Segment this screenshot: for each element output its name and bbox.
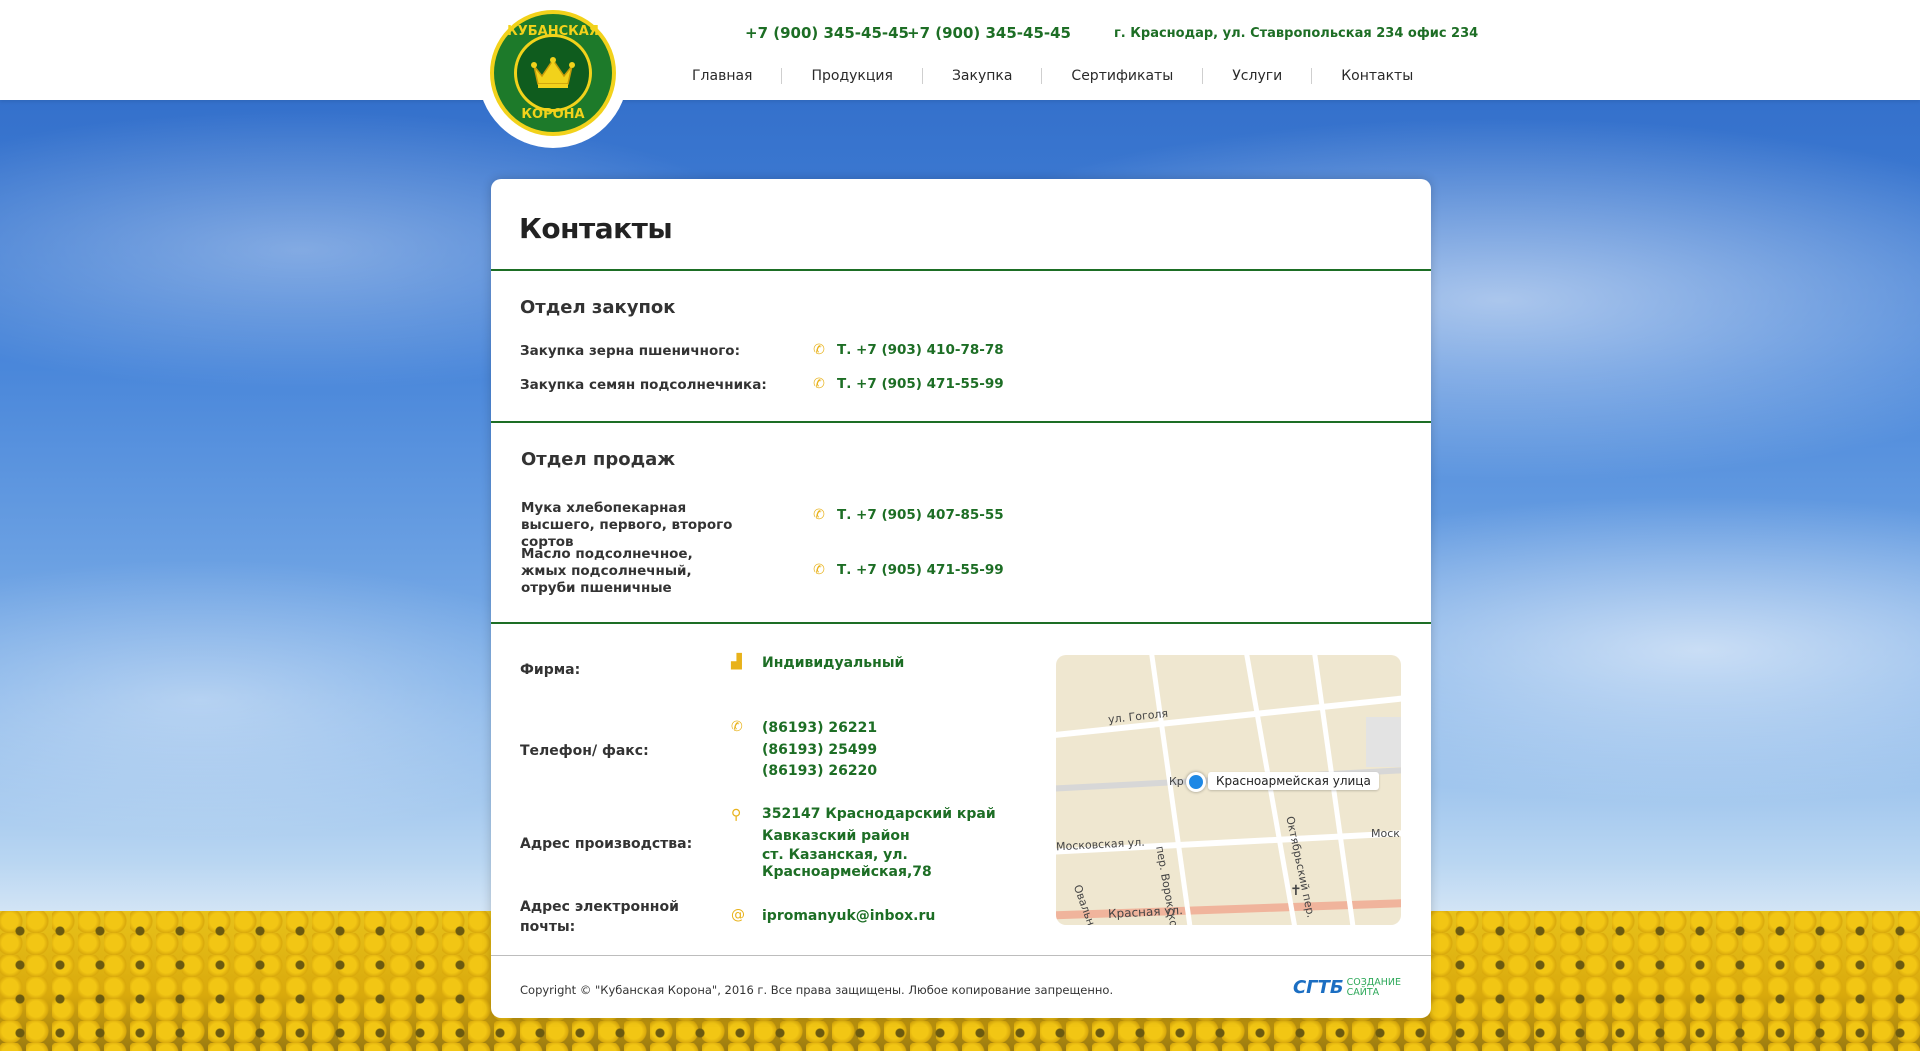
- footer-divider: [491, 955, 1431, 956]
- header-phone-2[interactable]: +7 (900) 345-45-45: [907, 24, 1071, 42]
- email-link[interactable]: ipromanyuk@inbox.ru: [762, 906, 935, 927]
- purchase-phone-text: Т. +7 (903) 410-78-78: [837, 342, 1004, 358]
- sales-row-label: Мука хлебопекарная высшего, первого, вто…: [521, 500, 733, 550]
- developer-logo[interactable]: СГТБ СОЗДАНИЕ САЙТА: [1293, 977, 1401, 998]
- phone-icon: ✆: [731, 719, 743, 735]
- map-pin-dot: [1189, 775, 1203, 789]
- copyright-text: Copyright © "Кубанская Корона", 2016 г. …: [520, 983, 1114, 997]
- sales-phone-text: Т. +7 (905) 471-55-99: [837, 562, 1004, 578]
- sales-phone-text: Т. +7 (905) 407-85-55: [837, 507, 1004, 523]
- header-phone-1[interactable]: +7 (900) 345-45-45: [745, 24, 909, 42]
- nav-item-certificates[interactable]: Сертификаты: [1042, 68, 1202, 84]
- phone-icon: ✆: [813, 376, 825, 392]
- phone-value[interactable]: (86193) 26220: [762, 761, 877, 782]
- section-divider: [491, 421, 1431, 423]
- location-map[interactable]: ул. Гоголя Московская ул. пер. Ворокског…: [1056, 655, 1401, 925]
- briefcase-icon: ▟: [731, 654, 742, 670]
- at-icon: @: [731, 907, 745, 923]
- header: [0, 0, 1920, 100]
- phone-icon: ✆: [813, 562, 825, 578]
- contacts-card: Контакты Отдел закупок Закупка зерна пше…: [491, 179, 1431, 1018]
- phone-fax-label: Телефон/ факс:: [520, 743, 649, 759]
- nav-item-services[interactable]: Услуги: [1203, 68, 1311, 84]
- logo-text-top: КУБАНСКАЯ: [507, 24, 599, 39]
- map-street-label: Московская ул.: [1056, 835, 1145, 854]
- address-line: ст. Казанская, ул.: [762, 847, 908, 863]
- logo[interactable]: КУБАНСКАЯ КОРОНА: [490, 10, 616, 136]
- header-address: г. Краснодар, ул. Ставропольская 234 офи…: [1114, 26, 1479, 41]
- purchase-phone-text: Т. +7 (905) 471-55-99: [837, 376, 1004, 392]
- purchase-row-phone[interactable]: ✆ Т. +7 (903) 410-78-78: [811, 342, 1004, 358]
- sales-row-phone[interactable]: ✆ Т. +7 (905) 407-85-55: [811, 507, 1004, 523]
- church-icon: ✝: [1290, 883, 1302, 899]
- address-label: Адрес производства:: [520, 836, 693, 852]
- map-pin-label: Красноармейская улица: [1208, 772, 1379, 790]
- purchase-section-title: Отдел закупок: [520, 297, 676, 318]
- firm-value: Индивидуальный: [762, 655, 905, 671]
- developer-text-line: САЙТА: [1346, 986, 1380, 998]
- purchase-row-label: Закупка семян подсолнечника:: [520, 377, 767, 393]
- section-divider: [491, 622, 1431, 624]
- email-label: Адрес электронной почты:: [520, 899, 679, 935]
- map-building: [1366, 717, 1401, 767]
- address-line: Красноармейская,78: [762, 864, 932, 880]
- logo-text-bottom: КОРОНА: [521, 107, 585, 122]
- address-line: Кавказский район: [762, 828, 910, 844]
- crown-icon: [514, 34, 592, 112]
- crown-svg: [531, 57, 575, 88]
- sales-row-label: Масло подсолнечное, жмых подсолнечный, о…: [521, 546, 693, 596]
- nav-item-purchase[interactable]: Закупка: [923, 68, 1041, 84]
- phone-icon: ✆: [813, 342, 825, 358]
- sales-section-title: Отдел продаж: [521, 449, 676, 470]
- address-line: 352147 Краснодарский край: [762, 806, 996, 822]
- developer-logo-mark: СГТБ: [1292, 977, 1344, 998]
- phone-value[interactable]: (86193) 26221: [762, 718, 877, 739]
- firm-label: Фирма:: [520, 662, 581, 678]
- map-road: [1311, 655, 1358, 925]
- sales-row-phone[interactable]: ✆ Т. +7 (905) 471-55-99: [811, 562, 1004, 578]
- main-nav: Главная Продукция Закупка Сертификаты Ус…: [671, 68, 1442, 84]
- map-street-label: Кр: [1169, 775, 1184, 788]
- map-street-label: Моск: [1371, 827, 1400, 840]
- pin-icon: ⚲: [731, 807, 742, 823]
- map-street-label: Овальная: [1070, 883, 1103, 925]
- purchase-row-label: Закупка зерна пшеничного:: [520, 343, 740, 359]
- purchase-row-phone[interactable]: ✆ Т. +7 (905) 471-55-99: [811, 376, 1004, 392]
- map-pin-icon[interactable]: [1186, 772, 1206, 792]
- phone-value[interactable]: (86193) 25499: [762, 740, 877, 761]
- phone-icon: ✆: [813, 507, 825, 523]
- developer-logo-text: СОЗДАНИЕ САЙТА: [1346, 977, 1401, 998]
- page-title: Контакты: [519, 212, 673, 245]
- nav-item-products[interactable]: Продукция: [782, 68, 921, 84]
- section-divider: [491, 269, 1431, 271]
- nav-item-home[interactable]: Главная: [671, 68, 781, 84]
- nav-item-contacts[interactable]: Контакты: [1312, 68, 1442, 84]
